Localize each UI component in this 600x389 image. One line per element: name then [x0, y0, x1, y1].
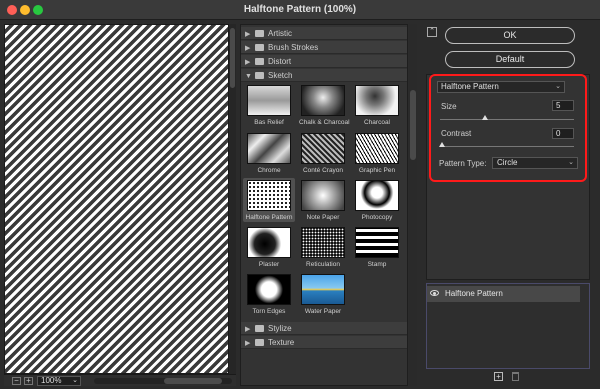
zoom-out-button[interactable]: − — [12, 377, 21, 385]
filter-thumb-bas-relief[interactable]: Bas Relief — [245, 85, 293, 126]
stamp-thumbnail — [355, 227, 399, 258]
folder-icon — [255, 58, 264, 65]
filter-thumb-photocopy[interactable]: Photocopy — [353, 180, 401, 221]
folder-icon — [255, 325, 264, 332]
category-sketch[interactable]: ▼ Sketch — [241, 69, 407, 82]
chevron-down-icon: ▼ — [245, 73, 252, 80]
zoom-in-button[interactable]: + — [24, 377, 33, 385]
charcoal-thumbnail — [355, 85, 399, 116]
category-texture[interactable]: ▶ Texture — [241, 336, 407, 349]
torn-edges-thumbnail — [247, 274, 291, 305]
photocopy-thumbnail — [355, 180, 399, 211]
settings-highlight-box — [429, 74, 587, 182]
plaster-thumbnail — [247, 227, 291, 258]
chevron-right-icon: ▶ — [245, 340, 251, 347]
folder-icon — [255, 44, 264, 51]
chevron-right-icon: ▶ — [245, 45, 251, 52]
filter-thumb-charcoal[interactable]: Charcoal — [353, 85, 401, 126]
ok-button[interactable]: OK — [445, 27, 575, 44]
filter-thumb-chrome[interactable]: Chrome — [245, 133, 293, 174]
filter-preview-image[interactable] — [4, 24, 229, 374]
category-brush-strokes[interactable]: ▶ Brush Strokes — [241, 41, 407, 54]
chrome-thumbnail — [247, 133, 291, 164]
zoom-level-value: 100% — [41, 376, 62, 385]
filter-thumb-torn-edges[interactable]: Torn Edges — [245, 274, 293, 315]
zoom-level-select[interactable]: 100% ⌄ — [37, 376, 81, 386]
filter-thumb-conte-crayon[interactable]: Conté Crayon — [299, 133, 347, 174]
filter-thumb-water-paper[interactable]: Water Paper — [299, 274, 347, 315]
preview-horizontal-scrollbar[interactable] — [94, 378, 232, 384]
window-title: Halftone Pattern (100%) — [243, 4, 357, 15]
chevron-right-icon: ▶ — [245, 59, 251, 66]
chevron-right-icon: ▶ — [245, 31, 251, 38]
chevron-down-icon: ⌄ — [72, 377, 78, 384]
preview-scroll-thumb[interactable] — [230, 28, 235, 88]
halftone-pattern-thumbnail — [247, 180, 291, 211]
graphic-pen-thumbnail — [355, 133, 399, 164]
filter-thumb-reticulation[interactable]: Reticulation — [299, 227, 347, 268]
reticulation-thumbnail — [301, 227, 345, 258]
filter-thumb-chalk-charcoal[interactable]: Chalk & Charcoal — [299, 85, 350, 126]
filter-gallery: ▶ Artistic ▶ Brush Strokes ▶ Distort ▼ Sketc… — [240, 24, 408, 386]
category-distort[interactable]: ▶ Distort — [241, 55, 407, 68]
title-bar: Halftone Pattern (100%) — [0, 0, 600, 20]
gallery-scrollbar[interactable] — [409, 24, 417, 386]
conte-crayon-thumbnail — [301, 133, 345, 164]
folder-icon — [255, 339, 264, 346]
effect-layer-name: Halftone Pattern — [445, 289, 503, 298]
effect-layer-row[interactable]: Halftone Pattern — [427, 286, 580, 302]
folder-icon — [255, 30, 264, 37]
collapse-gallery-icon[interactable]: ⌃ — [427, 27, 437, 37]
trash-icon[interactable] — [512, 372, 519, 381]
chevron-right-icon: ▶ — [245, 326, 251, 333]
chalk-charcoal-thumbnail — [301, 85, 345, 116]
filter-thumb-stamp[interactable]: Stamp — [353, 227, 401, 268]
filter-thumb-plaster[interactable]: Plaster — [245, 227, 293, 268]
note-paper-thumbnail — [301, 180, 345, 211]
water-paper-thumbnail — [301, 274, 345, 305]
default-button[interactable]: Default — [445, 51, 575, 68]
filter-thumb-halftone-pattern[interactable]: Halftone Pattern — [243, 178, 295, 222]
bas-relief-thumbnail — [247, 85, 291, 116]
filter-thumb-graphic-pen[interactable]: Graphic Pen — [353, 133, 401, 174]
new-effect-layer-icon[interactable]: + — [494, 372, 503, 381]
folder-icon — [255, 72, 264, 79]
preview-horizontal-scroll-thumb[interactable] — [164, 378, 222, 384]
category-stylize[interactable]: ▶ Stylize — [241, 322, 407, 335]
zoom-bar: − + 100% ⌄ — [4, 374, 236, 386]
eye-icon[interactable] — [430, 290, 439, 296]
gallery-scroll-thumb[interactable] — [410, 90, 416, 160]
filter-thumb-note-paper[interactable]: Note Paper — [299, 180, 347, 221]
category-artistic[interactable]: ▶ Artistic — [241, 27, 407, 40]
